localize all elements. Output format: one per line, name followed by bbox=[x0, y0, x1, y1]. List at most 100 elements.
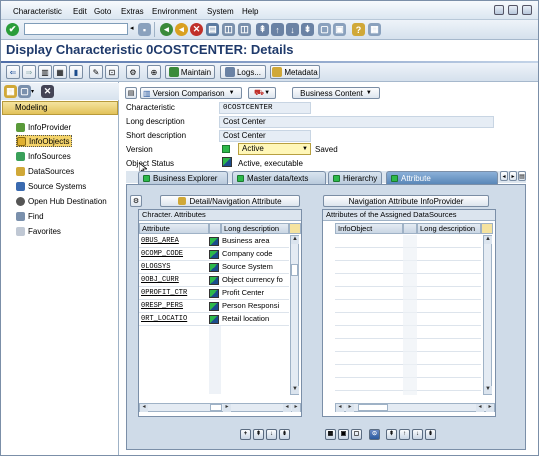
details-button[interactable]: ⊙ bbox=[369, 429, 380, 440]
logs-button[interactable]: Logs... bbox=[220, 65, 266, 79]
table-row[interactable]: 0OBJ_CURR Object currency fo bbox=[139, 274, 289, 287]
table-row[interactable]: 0LOGSYS Source System bbox=[139, 261, 289, 274]
nav-item-datasources[interactable]: DataSources bbox=[16, 165, 74, 177]
menu-edit[interactable]: Edit bbox=[73, 7, 87, 16]
column-settings-icon[interactable] bbox=[289, 223, 301, 234]
scroll-thumb[interactable] bbox=[291, 264, 298, 276]
find-toolbar-icon[interactable]: ◫ bbox=[222, 23, 235, 36]
versions-button[interactable]: ▤ bbox=[125, 87, 137, 99]
menu-system[interactable]: System bbox=[207, 7, 234, 16]
exit-icon[interactable]: ◂ bbox=[175, 23, 188, 36]
nav-item-infoprovider[interactable]: InfoProvider bbox=[16, 121, 71, 133]
attribute-cell[interactable]: 0BUS_AREA bbox=[139, 235, 205, 247]
insert-row-button[interactable]: + bbox=[240, 429, 251, 440]
table-row[interactable]: 0RESP_PERS Person Responsi bbox=[139, 300, 289, 313]
attribute-cell[interactable]: 0LOGSYS bbox=[139, 261, 205, 273]
table-row[interactable]: 0RT_LOCATIO Retail location bbox=[139, 313, 289, 326]
scroll-thumb[interactable] bbox=[210, 404, 222, 411]
column-header-long-description[interactable]: Long description bbox=[221, 223, 289, 234]
new-session-icon[interactable]: ▢ bbox=[318, 23, 331, 36]
scroll-right-icon[interactable]: ▸ bbox=[292, 404, 300, 412]
attribute-cell[interactable]: 0RESP_PERS bbox=[139, 300, 205, 312]
deselect-all-button[interactable]: ▢ bbox=[351, 429, 362, 440]
column-settings-icon[interactable] bbox=[481, 223, 493, 234]
scroll-down-icon[interactable]: ▼ bbox=[291, 386, 299, 394]
horizontal-scrollbar[interactable]: ◂ ▸ ◂ ▸ bbox=[139, 403, 301, 412]
first-row-button-right[interactable]: ⇞ bbox=[386, 429, 397, 440]
next-page-icon[interactable]: ↓ bbox=[286, 23, 299, 36]
nav-item-favorites[interactable]: Favorites bbox=[16, 225, 61, 237]
metadata-button[interactable]: Metadata bbox=[270, 65, 320, 79]
next-row-button-right[interactable]: ↓ bbox=[412, 429, 423, 440]
vertical-scrollbar[interactable]: ▲ ▼ bbox=[483, 235, 492, 395]
command-field[interactable] bbox=[24, 23, 128, 35]
table-row[interactable]: 0PROFIT_CTR Profit Center bbox=[139, 287, 289, 300]
last-page-icon[interactable]: ⇟ bbox=[301, 23, 314, 36]
scroll-left-icon[interactable]: ◂ bbox=[336, 404, 344, 412]
nav-item-infoobjects[interactable]: InfoObjects bbox=[16, 135, 73, 147]
column-header-long-description[interactable]: Long description bbox=[417, 223, 481, 234]
tab-business-explorer[interactable]: Business Explorer bbox=[138, 171, 228, 184]
minimize-icon[interactable] bbox=[494, 5, 504, 15]
attribute-cell[interactable]: 0OBJ_CURR bbox=[139, 274, 205, 286]
pane-settings-icon[interactable]: ▦ bbox=[4, 85, 17, 98]
attribute-settings-button[interactable]: ⚙ bbox=[130, 195, 142, 207]
attribute-cell[interactable]: 0COMP_CODE bbox=[139, 248, 205, 260]
scroll-thumb[interactable] bbox=[358, 404, 388, 411]
change-display-button[interactable]: ✎ bbox=[89, 65, 103, 79]
column-header-infoobject[interactable]: InfoObject bbox=[335, 223, 403, 234]
scroll-right-icon[interactable]: ▸ bbox=[486, 404, 494, 412]
back-arrow-button[interactable]: ⇐ bbox=[6, 65, 20, 79]
scroll-up-icon[interactable]: ▲ bbox=[484, 236, 492, 244]
cancel-icon[interactable]: ✕ bbox=[190, 23, 203, 36]
version-select[interactable]: Active ▼ bbox=[238, 143, 311, 155]
table-row[interactable]: 0BUS_AREA Business area bbox=[139, 235, 289, 248]
menu-goto[interactable]: Goto bbox=[94, 7, 111, 16]
last-row-button[interactable]: ⇟ bbox=[279, 429, 290, 440]
business-content-button[interactable]: Business Content ▼ bbox=[292, 87, 380, 99]
nav-item-find[interactable]: Find bbox=[16, 210, 44, 222]
previous-row-button-right[interactable]: ↑ bbox=[399, 429, 410, 440]
hierarchy-button[interactable]: ▦ bbox=[53, 65, 67, 79]
long-description-field[interactable]: Cost Center bbox=[219, 116, 494, 128]
scroll-left-icon[interactable]: ◂ bbox=[140, 404, 148, 412]
vertical-scrollbar[interactable]: ▲ ▼ bbox=[290, 235, 299, 395]
transport-button[interactable]: ⛟ ▼ bbox=[248, 87, 276, 99]
where-used-button[interactable]: ⊕ bbox=[147, 65, 161, 79]
maintain-button[interactable]: Maintain bbox=[165, 65, 215, 79]
enter-icon[interactable]: ✔ bbox=[6, 23, 19, 36]
check-button[interactable]: ⊡ bbox=[105, 65, 119, 79]
scroll-down-icon[interactable]: ▼ bbox=[484, 386, 492, 394]
activate-button[interactable]: ⚙ bbox=[126, 65, 140, 79]
layout-menu-icon[interactable]: ▦ bbox=[368, 23, 381, 36]
horizontal-scrollbar[interactable]: ◂ ▸ ◂ ▸ bbox=[335, 403, 495, 412]
nav-item-infosources[interactable]: InfoSources bbox=[16, 150, 71, 162]
navigation-tree-button[interactable]: ▥ bbox=[38, 65, 52, 79]
last-row-button-right[interactable]: ⇟ bbox=[425, 429, 436, 440]
tab-scroll-left-button[interactable]: ◂ bbox=[500, 171, 508, 181]
help-icon[interactable]: ? bbox=[352, 23, 365, 36]
scroll-right-icon[interactable]: ▸ bbox=[223, 404, 231, 412]
table-config-button[interactable]: ▦ bbox=[325, 429, 336, 440]
menu-help[interactable]: Help bbox=[242, 7, 258, 16]
tab-master-data-texts[interactable]: Master data/texts bbox=[232, 171, 326, 184]
nav-item-source-systems[interactable]: Source Systems bbox=[16, 180, 86, 192]
column-header-attribute[interactable]: Attribute bbox=[139, 223, 209, 234]
characteristic-field[interactable]: 0COSTCENTER bbox=[219, 102, 311, 114]
first-row-button[interactable]: ⇞ bbox=[253, 429, 264, 440]
next-row-button[interactable]: ↓ bbox=[266, 429, 277, 440]
save-icon[interactable]: ▪ bbox=[138, 23, 151, 36]
find-next-icon[interactable]: ◫ bbox=[238, 23, 251, 36]
short-description-field[interactable]: Cost Center bbox=[219, 130, 311, 142]
nav-item-open-hub[interactable]: Open Hub Destination bbox=[16, 195, 107, 207]
attribute-cell[interactable]: 0PROFIT_CTR bbox=[139, 287, 205, 299]
command-history-icon[interactable]: ◂ bbox=[130, 24, 134, 32]
maximize-icon[interactable] bbox=[508, 5, 518, 15]
scroll-left-icon[interactable]: ◂ bbox=[476, 404, 484, 412]
tab-hierarchy[interactable]: Hierarchy bbox=[328, 171, 382, 184]
forward-arrow-button[interactable]: ⇒ bbox=[22, 65, 36, 79]
menu-characteristic[interactable]: Characteristic bbox=[13, 7, 62, 16]
navigation-attribute-infoprovider-button[interactable]: Navigation Attribute InfoProvider bbox=[323, 195, 489, 207]
menu-environment[interactable]: Environment bbox=[152, 7, 197, 16]
columns-button[interactable]: ▮ bbox=[69, 65, 83, 79]
